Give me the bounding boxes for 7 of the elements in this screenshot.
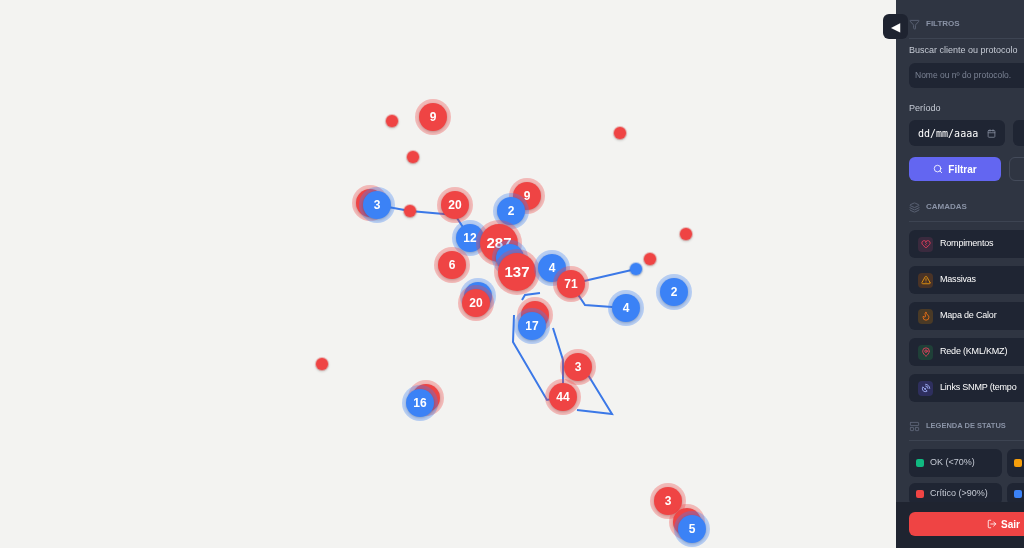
legend-item: Crítico (>90%) <box>909 483 1002 502</box>
section-title: CAMADAS <box>926 201 967 213</box>
date-value: dd/mm/aaaa <box>918 126 979 141</box>
field-label: Buscar cliente ou protocolo <box>909 44 1019 57</box>
field-label: Período <box>909 101 942 115</box>
section-title: FILTROS <box>926 18 960 30</box>
legend-item: OK (<70%) <box>909 449 1002 477</box>
